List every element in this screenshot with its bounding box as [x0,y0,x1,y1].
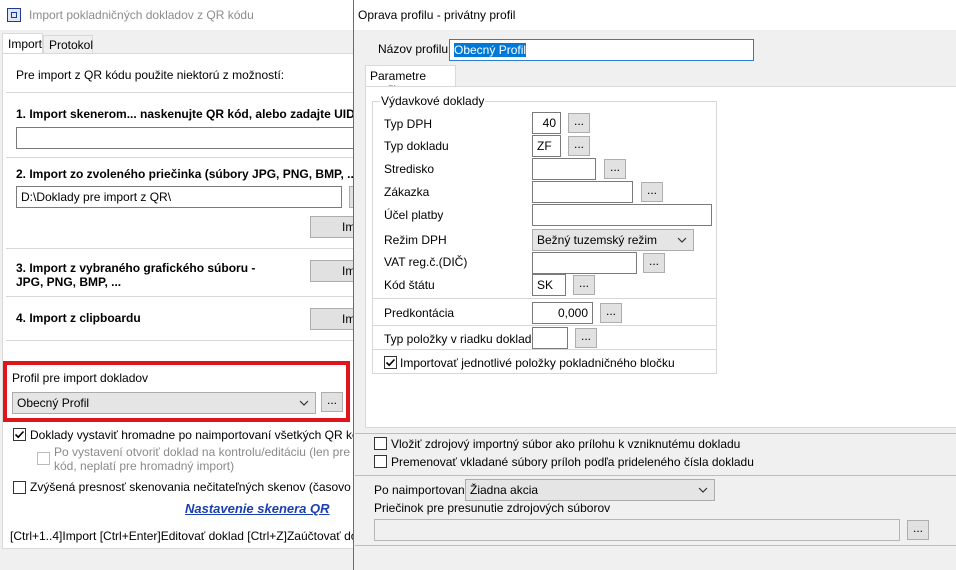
tab-protokol[interactable]: Protokol [43,35,93,53]
checkmark-icon [14,430,25,439]
tab-import[interactable]: Import [2,33,43,53]
stredisko-browse-button[interactable]: ... [604,159,626,179]
move-folder-browse-button[interactable]: ... [907,520,929,540]
expense-docs-group-title: Výdavkové doklady [380,94,486,108]
app-icon [7,8,21,22]
predkontacia-input[interactable]: 0,000 [532,302,593,324]
stredisko-input[interactable] [532,158,596,180]
group-divider-2 [373,325,716,326]
import-window: Import pokladničných dokladov z QR kódu … [0,0,380,570]
typ-dph-input[interactable]: 40 [532,112,561,134]
kod-statu-label: Kód štátu [384,278,435,292]
rename-attachments-label: Premenovať vkladané súbory príloh podľa … [391,455,754,469]
typ-polozky-input[interactable] [532,327,568,349]
create-all-checkbox[interactable] [13,428,26,441]
scanner-uid-input[interactable] [16,127,354,149]
ucel-platby-label: Účel platby [384,208,444,222]
import-window-title: Import pokladničných dokladov z QR kódu [29,8,254,22]
profile-highlight-box [3,361,350,422]
divider-5 [6,340,354,341]
vat-reg-input[interactable] [532,252,637,274]
section1-heading: 1. Import skenerom... naskenujte QR kód,… [16,107,354,121]
dialog-divider-1 [355,433,956,434]
folder-path-input[interactable]: D:\Doklady pre import z QR\ [16,186,342,208]
section3-heading-line1: 3. Import z vybraného grafického súboru … [16,261,256,275]
profile-dialog-title: Oprava profilu - privátny profil [358,8,516,22]
profile-name-value: Obecný Profil [454,43,527,57]
typ-polozky-browse-button[interactable]: ... [575,328,597,348]
zakazka-input[interactable] [532,181,633,203]
typ-dph-label: Typ DPH [384,117,433,131]
chevron-down-icon [677,237,687,243]
divider-2 [6,157,354,158]
section2-heading: 2. Import zo zvoleného priečinka (súbory… [16,167,354,181]
vat-reg-label: VAT reg.č.(DIČ) [384,255,468,269]
attach-source-checkbox[interactable] [374,437,387,450]
import-items-checkbox[interactable] [384,356,397,369]
scanner-settings-link[interactable]: Nastavenie skenera QR [185,501,354,516]
divider-4 [6,296,354,297]
stredisko-label: Stredisko [384,162,435,176]
move-folder-input[interactable] [374,519,900,541]
predkontacia-label: Predkontácia [384,306,455,320]
typ-dokladu-input[interactable]: ZF [532,135,561,157]
after-import-value: Žiadna akcia [470,483,539,497]
after-import-label: Po naimportovaní [374,483,469,497]
open-edit-label-line2: kód, neplatí pre hromadný import) [54,459,235,473]
attach-source-label: Vložiť zdrojový importný súbor ako prílo… [391,437,741,451]
rename-attachments-checkbox[interactable] [374,455,387,468]
profile-name-input[interactable]: Obecný Profil [449,39,754,61]
import-items-label: Importovať jednotlivé položky pokladničn… [400,356,675,370]
typ-dokladu-label: Typ dokladu [384,139,449,153]
precision-checkbox[interactable] [13,481,26,494]
shortcut-hints: [Ctrl+1..4]Import [Ctrl+Enter]Editovať d… [10,529,354,543]
dialog-divider-3 [355,545,956,546]
kod-statu-input[interactable]: SK [532,274,566,296]
move-folder-label: Priečinok pre presunutie zdrojových súbo… [374,501,611,515]
tab-protokol-label: Protokol [49,38,94,52]
open-edit-label-line1: Po vystavení otvoriť doklad na kontrolu/… [54,445,354,459]
divider-1 [6,92,354,93]
after-import-select[interactable]: Žiadna akcia [465,479,715,501]
divider-3 [6,248,354,249]
tab-import-label: Import [8,37,43,51]
create-all-label: Doklady vystaviť hromadne po naimportova… [30,428,378,442]
dialog-divider-2 [355,475,956,476]
vat-reg-browse-button[interactable]: ... [643,253,665,273]
tab-parametre-profilu[interactable]: Parametre profilu [365,65,456,97]
kod-statu-browse-button[interactable]: ... [573,275,595,295]
group-divider-1 [373,298,716,299]
typ-dokladu-browse-button[interactable]: ... [568,136,590,156]
precision-label: Zvýšená presnosť skenovania nečitateľnýc… [30,480,354,494]
open-edit-checkbox[interactable] [37,452,50,465]
zakazka-label: Zákazka [384,185,430,199]
profile-dialog: Oprava profilu - privátny profil Názov p… [353,0,956,570]
typ-polozky-label: Typ položky v riadku dokladu [384,332,539,346]
zakazka-browse-button[interactable]: ... [641,182,663,202]
checkmark-icon [385,358,396,367]
rezim-dph-value: Bežný tuzemský režim [537,233,658,247]
ucel-platby-input[interactable] [532,204,712,226]
group-divider-3 [373,349,716,350]
predkontacia-browse-button[interactable]: ... [600,303,622,323]
rezim-dph-label: Režim DPH [384,233,447,247]
typ-dph-browse-button[interactable]: ... [568,113,590,133]
chevron-down-icon [698,487,708,493]
section4-heading: 4. Import z clipboardu [16,311,141,325]
rezim-dph-select[interactable]: Bežný tuzemský režim [532,229,694,251]
profile-name-label: Názov profilu [378,42,449,56]
intro-text: Pre import z QR kódu použite niektorú z … [16,68,285,82]
section3-heading-line2: JPG, PNG, BMP, ... [16,275,122,289]
